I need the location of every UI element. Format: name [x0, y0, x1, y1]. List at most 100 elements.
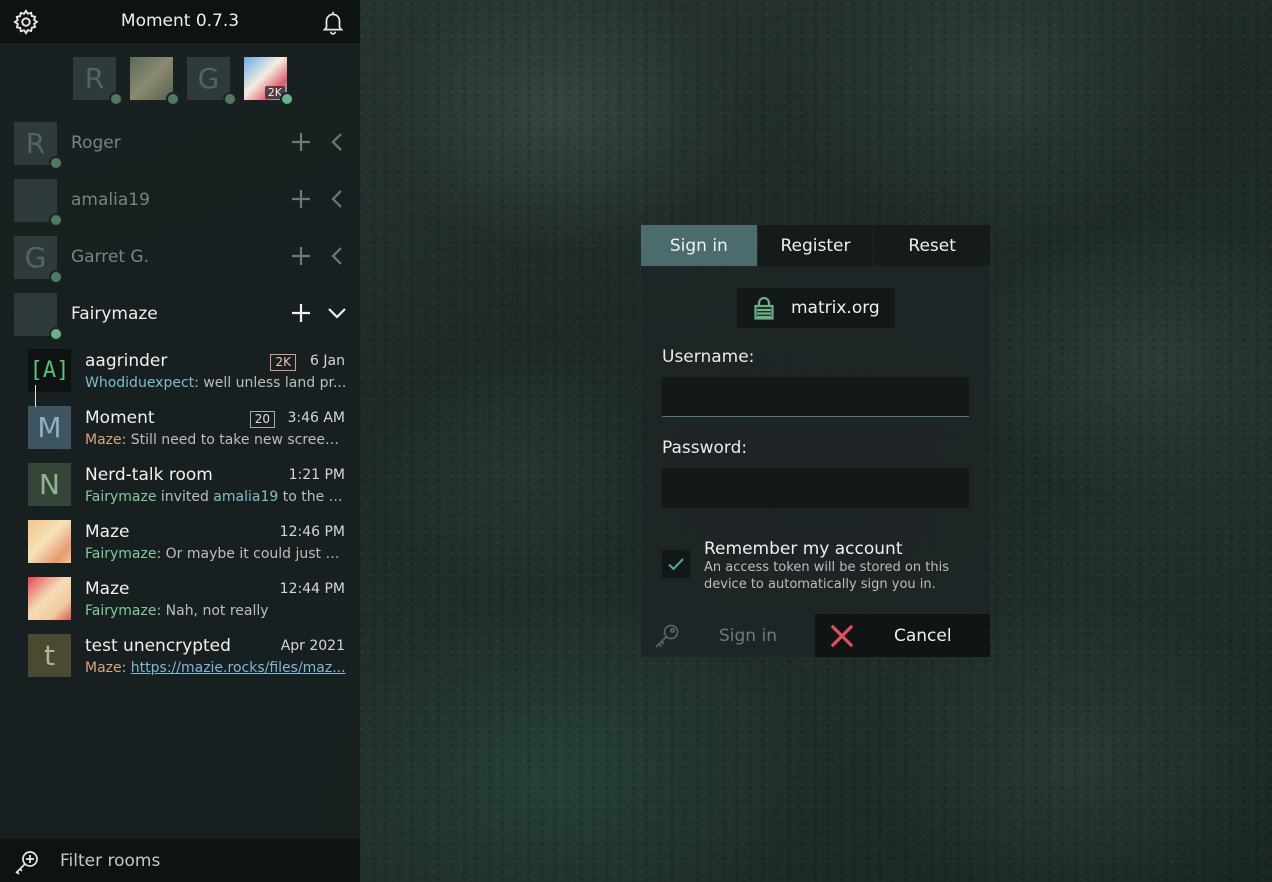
room-time: 3:46 AM [287, 410, 345, 426]
presence-dot [49, 270, 63, 284]
lock-icon [754, 296, 774, 320]
login-dialog: Sign in Register Reset matrix.org Userna… [641, 225, 991, 657]
room-avatar: M [28, 406, 71, 449]
last-message: Fairymaze invited amalia19 to the ro... [85, 489, 347, 505]
last-message: Fairymaze: Or maybe it could just be... [85, 546, 347, 562]
notifications-button[interactable] [317, 6, 349, 38]
bell-icon [322, 11, 344, 35]
account-name: Roger [71, 133, 121, 153]
room-avatar [28, 577, 71, 620]
account-switch-roger[interactable]: R [73, 57, 116, 100]
room-test-unencrypted[interactable]: t test unencrypted Apr 2021 Maze: https:… [0, 632, 360, 689]
chevron-down-icon[interactable] [326, 302, 348, 324]
key-icon [655, 624, 679, 648]
tab-sign-in[interactable]: Sign in [641, 225, 757, 266]
avatar-initial: G [24, 241, 47, 274]
plus-icon[interactable] [290, 302, 312, 324]
message-text: : Or maybe it could just be... [156, 546, 347, 562]
room-avatar [28, 520, 71, 563]
message-link[interactable]: https://mazie.rocks/files/maz... [131, 660, 346, 676]
presence-dot [49, 327, 63, 341]
chevron-left-icon[interactable] [326, 131, 348, 153]
presence-dot [49, 213, 63, 227]
last-message: Fairymaze: Nah, not really [85, 603, 347, 619]
message-sender: Maze [85, 660, 122, 676]
room-name: test unencrypted [85, 636, 231, 656]
room-time: Apr 2021 [280, 638, 345, 654]
account-row-amalia19[interactable]: amalia19 [0, 178, 360, 235]
server-button[interactable]: matrix.org [737, 288, 895, 328]
room-name: Maze [85, 522, 130, 542]
account-name: Garret G. [71, 247, 150, 267]
server-name: matrix.org [791, 298, 880, 318]
chevron-left-icon[interactable] [326, 188, 348, 210]
message-sender: Fairymaze [85, 546, 157, 562]
plus-icon[interactable] [290, 188, 312, 210]
account-row-garret[interactable]: G Garret G. [0, 235, 360, 292]
room-time: 1:21 PM [288, 467, 345, 483]
account-switch-amalia19[interactable] [130, 57, 173, 100]
presence-dot [49, 156, 63, 170]
avatar-initial: [A] [29, 358, 70, 383]
account-row-fairymaze[interactable]: Fairymaze [0, 292, 360, 349]
avatar-initial: G [197, 62, 220, 95]
message-text: : well unless land pr... [194, 375, 347, 391]
room-nerd-talk[interactable]: N Nerd-talk room 1:21 PM Fairymaze invit… [0, 461, 360, 518]
account-name: amalia19 [71, 190, 150, 210]
last-message: Maze: https://mazie.rocks/files/maz... [85, 660, 347, 676]
room-time: 12:44 PM [279, 581, 345, 597]
remember-description: An access token will be stored on this d… [704, 560, 949, 592]
username-label: Username: [662, 347, 755, 367]
room-time: 6 Jan [310, 353, 345, 369]
avatar-initial: R [84, 62, 105, 95]
username-input[interactable] [662, 377, 969, 417]
message-sender: Whodiduexpect [85, 375, 195, 391]
cancel-label: Cancel [894, 626, 952, 646]
message-sender: Maze [85, 432, 122, 448]
filter-bar [0, 839, 360, 882]
room-moment[interactable]: M Moment 20 3:46 AM Maze: Still need to … [0, 404, 360, 461]
room-name: Maze [85, 579, 130, 599]
tab-register[interactable]: Register [757, 225, 874, 266]
account-switch-fairymaze[interactable]: 2K [244, 57, 287, 100]
filter-rooms-input[interactable] [60, 847, 350, 875]
room-avatar: t [28, 634, 71, 677]
plus-icon[interactable] [290, 245, 312, 267]
cancel-button[interactable]: Cancel [815, 614, 990, 657]
avatar-initial: M [37, 411, 62, 444]
plus-icon[interactable] [290, 131, 312, 153]
password-input[interactable] [662, 468, 969, 508]
checkmark-icon [668, 558, 684, 571]
tab-reset[interactable]: Reset [874, 225, 991, 266]
remember-checkbox[interactable] [662, 550, 690, 578]
room-maze-2[interactable]: Maze 12:44 PM Fairymaze: Nah, not really [0, 575, 360, 632]
text-caret [35, 385, 36, 407]
message-text: to the ro... [282, 489, 347, 505]
login-tabs: Sign in Register Reset [641, 225, 991, 266]
room-name: aagrinder [85, 351, 168, 371]
chevron-left-icon[interactable] [326, 245, 348, 267]
add-room-icon[interactable] [13, 848, 41, 876]
room-avatar: N [28, 463, 71, 506]
presence-dot [109, 92, 123, 106]
account-row-roger[interactable]: R Roger [0, 121, 360, 178]
room-maze-1[interactable]: Maze 12:46 PM Fairymaze: Or maybe it cou… [0, 518, 360, 575]
password-label: Password: [662, 438, 748, 458]
account-name: Fairymaze [71, 304, 158, 324]
avatar-initial: N [39, 468, 60, 501]
login-panel: matrix.org Username: Password: Remember … [641, 266, 990, 614]
close-icon [830, 624, 854, 648]
presence-dot [166, 92, 180, 106]
avatar-initial: t [44, 639, 55, 672]
account-switch-garret[interactable]: G [187, 57, 230, 100]
message-sender: Fairymaze [85, 603, 157, 619]
room-aagrinder[interactable]: [A] aagrinder 2K 6 Jan Whodiduexpect: we… [0, 347, 360, 404]
sign-in-button[interactable]: Sign in [641, 614, 815, 657]
message-text: : Nah, not really [156, 603, 269, 619]
room-name: Nerd-talk room [85, 465, 213, 485]
dialog-actions: Sign in Cancel [641, 614, 990, 657]
last-message: Maze: Still need to take new screens... [85, 432, 347, 448]
unread-count: 2K [270, 354, 296, 371]
message-text: : [121, 660, 131, 676]
message-mention: amalia19 [213, 489, 279, 505]
